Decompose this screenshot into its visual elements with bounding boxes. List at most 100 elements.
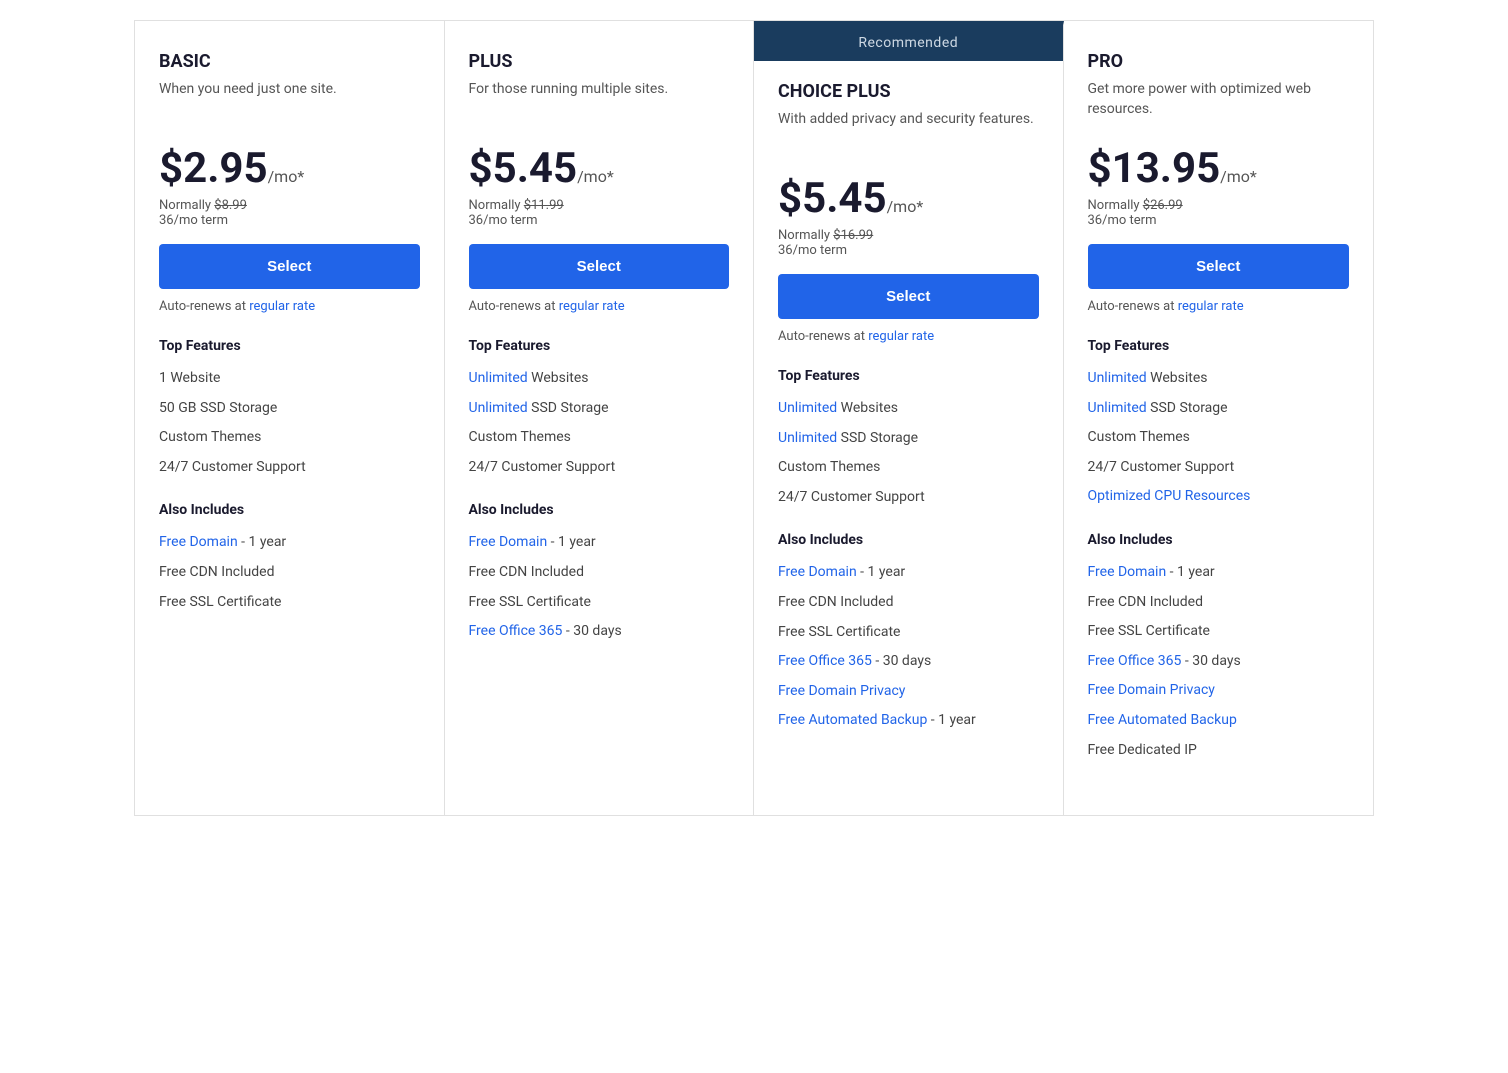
price-term-plus: 36/mo term <box>469 213 730 228</box>
feature-link[interactable]: Unlimited <box>778 430 837 446</box>
top-features-list-pro: Unlimited WebsitesUnlimited SSD StorageC… <box>1088 364 1350 512</box>
also-includes-item: Free CDN Included <box>469 558 730 588</box>
also-includes-item: Free Automated Backup <box>1088 706 1350 736</box>
plan-name-plus: PLUS <box>469 51 730 72</box>
also-includes-list-pro: Free Domain - 1 yearFree CDN IncludedFre… <box>1088 558 1350 765</box>
also-includes-item: Free Office 365 - 30 days <box>469 617 730 647</box>
include-link[interactable]: Free Domain <box>469 534 548 550</box>
select-button-plus[interactable]: Select <box>469 244 730 289</box>
top-feature-item: Unlimited Websites <box>1088 364 1350 394</box>
price-term-basic: 36/mo term <box>159 213 420 228</box>
price-block-plus: $5.45/mo* <box>469 148 730 190</box>
include-link[interactable]: Free Domain Privacy <box>778 683 905 699</box>
feature-link[interactable]: Unlimited <box>469 400 528 416</box>
plan-desc-basic: When you need just one site. <box>159 80 420 128</box>
top-feature-item: Unlimited SSD Storage <box>469 394 730 424</box>
top-feature-item: 24/7 Customer Support <box>159 453 420 483</box>
select-button-pro[interactable]: Select <box>1088 244 1350 289</box>
top-features-title-basic: Top Features <box>159 338 420 354</box>
top-feature-item: Custom Themes <box>1088 423 1350 453</box>
price-main-pro: $13.95/mo* <box>1088 148 1350 190</box>
plan-header-choice-plus: CHOICE PLUS With added privacy and securi… <box>778 81 1039 158</box>
also-includes-item: Free SSL Certificate <box>1088 617 1350 647</box>
price-main-plus: $5.45/mo* <box>469 148 730 190</box>
include-link[interactable]: Free Domain <box>1088 564 1167 580</box>
select-button-basic[interactable]: Select <box>159 244 420 289</box>
also-includes-item: Free CDN Included <box>1088 588 1350 618</box>
plan-name-basic: BASIC <box>159 51 420 72</box>
feature-link[interactable]: Optimized CPU Resources <box>1088 488 1251 504</box>
top-features-list-plus: Unlimited WebsitesUnlimited SSD StorageC… <box>469 364 730 482</box>
per-mo-choice-plus: /mo* <box>887 197 924 216</box>
feature-link[interactable]: Unlimited <box>1088 400 1147 416</box>
top-feature-item: Unlimited Websites <box>469 364 730 394</box>
plan-name-choice-plus: CHOICE PLUS <box>778 81 1039 102</box>
plan-name-pro: PRO <box>1088 51 1350 72</box>
also-includes-item: Free Office 365 - 30 days <box>1088 647 1350 677</box>
regular-rate-link-pro[interactable]: regular rate <box>1178 299 1244 314</box>
also-includes-item: Free CDN Included <box>159 558 420 588</box>
also-includes-list-basic: Free Domain - 1 yearFree CDN IncludedFre… <box>159 528 420 617</box>
also-includes-item: Free Domain - 1 year <box>159 528 420 558</box>
include-link[interactable]: Free Automated Backup <box>778 712 927 728</box>
include-link[interactable]: Free Office 365 <box>1088 653 1182 669</box>
auto-renew-basic: Auto-renews at regular rate <box>159 299 420 314</box>
plan-col-choice-plus: Recommended CHOICE PLUS With added privacy… <box>754 21 1064 815</box>
top-feature-item: 24/7 Customer Support <box>469 453 730 483</box>
top-feature-item: 50 GB SSD Storage <box>159 394 420 424</box>
feature-link[interactable]: Unlimited <box>1088 370 1147 386</box>
plan-header-plus: PLUSFor those running multiple sites. <box>469 51 730 128</box>
top-feature-item: Unlimited SSD Storage <box>778 424 1039 454</box>
include-link[interactable]: Free Automated Backup <box>1088 712 1237 728</box>
include-link[interactable]: Free Domain <box>159 534 238 550</box>
price-term-pro: 36/mo term <box>1088 213 1350 228</box>
pricing-wrapper: BASIC When you need just one site. $2.95/m… <box>114 0 1394 836</box>
also-includes-item: Free Domain - 1 year <box>1088 558 1350 588</box>
top-feature-item: 1 Website <box>159 364 420 394</box>
regular-rate-link-choice-plus[interactable]: regular rate <box>868 329 934 344</box>
also-includes-list-plus: Free Domain - 1 yearFree CDN IncludedFre… <box>469 528 730 646</box>
price-main-choice-plus: $5.45/mo* <box>778 178 1039 220</box>
price-block-basic: $2.95/mo* <box>159 148 420 190</box>
per-mo-pro: /mo* <box>1220 167 1257 186</box>
top-feature-item: 24/7 Customer Support <box>778 483 1039 513</box>
also-includes-item: Free SSL Certificate <box>778 618 1039 648</box>
include-link[interactable]: Free Domain Privacy <box>1088 682 1215 698</box>
include-link[interactable]: Free Office 365 <box>469 623 563 639</box>
feature-link[interactable]: Unlimited <box>469 370 528 386</box>
plan-desc-pro: Get more power with optimized web resour… <box>1088 80 1350 128</box>
per-mo-basic: /mo* <box>268 167 305 186</box>
plan-col-pro: PRO Get more power with optimized web res… <box>1064 21 1374 815</box>
top-features-title-pro: Top Features <box>1088 338 1350 354</box>
plan-col-plus: PLUSFor those running multiple sites. $5.… <box>445 21 755 815</box>
top-feature-item: Custom Themes <box>159 423 420 453</box>
per-mo-plus: /mo* <box>577 167 614 186</box>
also-includes-item: Free Domain - 1 year <box>778 558 1039 588</box>
price-block-choice-plus: $5.45/mo* <box>778 178 1039 220</box>
also-includes-item: Free Dedicated IP <box>1088 736 1350 766</box>
recommended-badge: Recommended <box>754 25 1063 61</box>
also-includes-list-choice-plus: Free Domain - 1 yearFree CDN IncludedFre… <box>778 558 1039 736</box>
also-includes-item: Free CDN Included <box>778 588 1039 618</box>
also-includes-item: Free Automated Backup - 1 year <box>778 706 1039 736</box>
top-feature-item: Custom Themes <box>469 423 730 453</box>
price-normal-pro: Normally $26.99 <box>1088 198 1350 213</box>
select-button-choice-plus[interactable]: Select <box>778 274 1039 319</box>
also-includes-item: Free SSL Certificate <box>159 588 420 618</box>
auto-renew-choice-plus: Auto-renews at regular rate <box>778 329 1039 344</box>
plan-header-pro: PRO Get more power with optimized web res… <box>1088 51 1350 128</box>
also-includes-title-choice-plus: Also Includes <box>778 532 1039 548</box>
feature-link[interactable]: Unlimited <box>778 400 837 416</box>
auto-renew-pro: Auto-renews at regular rate <box>1088 299 1350 314</box>
regular-rate-link-plus[interactable]: regular rate <box>559 299 625 314</box>
regular-rate-link-basic[interactable]: regular rate <box>249 299 315 314</box>
price-main-basic: $2.95/mo* <box>159 148 420 190</box>
top-features-list-basic: 1 Website50 GB SSD StorageCustom Themes2… <box>159 364 420 482</box>
plan-desc-choice-plus: With added privacy and security features… <box>778 110 1039 158</box>
also-includes-item: Free Domain Privacy <box>1088 676 1350 706</box>
pricing-grid: BASIC When you need just one site. $2.95/m… <box>134 20 1374 816</box>
include-link[interactable]: Free Office 365 <box>778 653 872 669</box>
include-link[interactable]: Free Domain <box>778 564 857 580</box>
top-feature-item: Optimized CPU Resources <box>1088 482 1350 512</box>
also-includes-title-plus: Also Includes <box>469 502 730 518</box>
